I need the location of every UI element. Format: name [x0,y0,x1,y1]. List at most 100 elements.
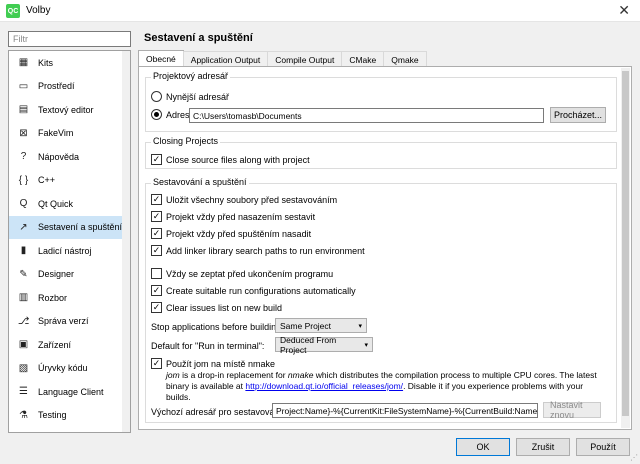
ask-before-stop-option[interactable]: Vždy se zeptat před ukončením programu [151,268,333,279]
sidebar-item[interactable]: ▭ Prostředí [9,75,130,99]
build-before-deploy-checkbox[interactable]: ✓ [151,211,162,222]
apply-button[interactable]: Použít [576,438,630,456]
default-build-dir-input[interactable]: Project:Name}-%{CurrentKit:FileSystemNam… [272,403,538,418]
sidebar-item[interactable]: ▧ Úryvky kódu [9,357,130,381]
ok-button[interactable]: OK [456,438,510,456]
cpp-icon: { } [18,174,29,186]
general-panel: Projektový adresář Nynější adresář Adres… [138,66,632,430]
clear-issues-option[interactable]: ✓ Clear issues list on new build [151,302,282,313]
jom-description: jom is a drop-in replacement for nmake w… [166,370,606,403]
sidebar-item[interactable]: { } C++ [9,169,130,193]
sidebar-item[interactable]: ? Nápověda [9,145,130,169]
sidebar-item[interactable]: ⎇ Správa verzí [9,310,130,334]
use-jom-option[interactable]: ✓ Použít jom na místě nmake [151,358,275,369]
default-build-dir-label: Výchozí adresář pro sestavování: [151,406,285,417]
tab-cmake[interactable]: CMake [341,51,385,67]
sidebar-item[interactable]: ↗ Sestavení a spuštění [9,215,130,239]
current-directory-option[interactable]: Nynější adresář [151,91,229,102]
fakevim-icon: ⊠ [19,127,28,139]
sidebar-item[interactable]: ⊠ FakeVim [9,122,130,146]
linker-paths-checkbox[interactable]: ✓ [151,245,162,256]
jom-download-link[interactable]: http://download.qt.io/official_releases/… [245,381,403,391]
run-in-terminal-combo[interactable]: Deduced From Project ▾ [275,334,373,355]
qt-quick-icon: Q [19,198,28,210]
save-all-checkbox[interactable]: ✓ [151,194,162,205]
directory-input[interactable]: C:\Users\tomasb\Documents [189,108,544,123]
filter-input[interactable] [8,31,131,47]
category-list[interactable]: ▦ Kits ▭ Prostředí ▤ Textový editor ⊠ FakeVim? N… [8,50,131,433]
chevron-down-icon: ▾ [358,322,362,330]
close-sources-option[interactable]: ✓ Close source files along with project [151,154,310,165]
sidebar-item[interactable]: ☰ Language Client [9,380,130,404]
stop-before-building-combo[interactable]: Same Project ▾ [275,318,367,333]
sidebar-item[interactable]: ⚗ Testing [9,404,130,428]
sidebar-item-label: Správa verzí [38,316,89,327]
panel-scrollbar[interactable] [621,68,630,428]
tab-application-output[interactable]: Application Output [182,51,269,67]
sidebar-item[interactable]: ▮ Ladicí nástroj [9,239,130,263]
sidebar-item[interactable]: ▤ Textový editor [9,98,130,122]
directory-radio[interactable] [151,109,162,120]
linker-paths-option[interactable]: ✓ Add linker library search paths to run… [151,245,365,256]
closing-projects-group: Closing Projects ✓ Close source files al… [145,136,617,169]
close-icon[interactable]: ✕ [618,2,630,19]
build-run-icon: ↗ [19,221,28,233]
page-title: Sestavení a spuštění [144,32,253,44]
sidebar-item-label: Prostředí [38,81,75,92]
sidebar-item-label: Rozbor [38,292,68,303]
current-directory-label: Nynější adresář [166,91,230,102]
run-in-terminal-label: Default for "Run in terminal": [151,340,265,351]
jom-desc-part-1: is a drop-in replacement for [179,370,288,380]
browse-button[interactable]: Procházet... [550,107,606,123]
sidebar-item[interactable]: ▥ Rozbor [9,286,130,310]
sidebar-item-label: Testing [38,410,67,421]
chevron-down-icon: ▾ [364,341,368,349]
deploy-before-run-checkbox[interactable]: ✓ [151,228,162,239]
default-build-dir-row: Výchozí adresář pro sestavování: [151,404,285,419]
sidebar-item[interactable]: Q Qt Quick [9,192,130,216]
tab-compile-output[interactable]: Compile Output [267,51,343,67]
save-all-label: Uložit všechny soubory před sestavováním [166,194,338,205]
analyzer-icon: ▥ [18,292,29,304]
sidebar-item-label: C++ [38,175,56,186]
clear-issues-checkbox[interactable]: ✓ [151,302,162,313]
current-directory-radio[interactable] [151,91,162,102]
sidebar-item-label: Qt Quick [38,198,74,209]
build-before-deploy-label: Projekt vždy před nasazením sestavit [166,211,316,222]
group-title: Closing Projects [151,136,221,146]
create-run-configs-checkbox[interactable]: ✓ [151,285,162,296]
group-title: Projektový adresář [151,71,231,81]
jom-term: jom [166,370,180,380]
reset-button[interactable]: Nastavit znovu [543,400,601,420]
resize-grip-icon[interactable]: ⋰ [630,453,638,462]
sidebar-item-label: Ladicí nástroj [38,245,92,256]
group-title: Sestavování a spuštění [151,177,249,187]
cancel-button[interactable]: Zrušit [516,438,570,456]
create-run-configs-option[interactable]: ✓ Create suitable run configurations aut… [151,285,356,296]
deploy-before-run-option[interactable]: ✓ Projekt vždy před spuštěním nasadit [151,228,311,239]
sidebar-item[interactable]: ▣ Zařízení [9,333,130,357]
save-all-option[interactable]: ✓ Uložit všechny soubory před sestavován… [151,194,337,205]
run-in-terminal-value: Deduced From Project [280,334,337,355]
sidebar-scrollbar[interactable] [122,51,130,432]
sidebar-item-label: Sestavení a spuštění [38,222,123,233]
scrollbar-thumb[interactable] [622,71,629,416]
build-before-deploy-option[interactable]: ✓ Projekt vždy před nasazením sestavit [151,211,315,222]
close-sources-label: Close source files along with project [166,154,310,165]
build-run-group: Sestavování a spuštění ✓ Uložit všechny … [145,177,617,423]
sidebar-item[interactable]: ▦ Kits [9,51,130,75]
close-sources-checkbox[interactable]: ✓ [151,154,162,165]
use-jom-checkbox[interactable]: ✓ [151,358,162,369]
tab-qmake[interactable]: Qmake [383,51,427,67]
nmake-term: nmake [287,370,314,380]
kits-icon: ▦ [18,57,29,69]
qt-creator-app-icon: QC [6,4,20,18]
designer-icon: ✎ [19,268,28,280]
sidebar-item-label: Designer [38,269,75,280]
ask-before-stop-checkbox[interactable] [151,268,162,279]
sidebar-item-label: Nápověda [38,151,80,162]
help-icon: ? [20,151,27,163]
sidebar-item[interactable]: ✎ Designer [9,263,130,287]
window-title: Volby [26,5,51,16]
tab-general[interactable]: Obecné [138,50,184,67]
